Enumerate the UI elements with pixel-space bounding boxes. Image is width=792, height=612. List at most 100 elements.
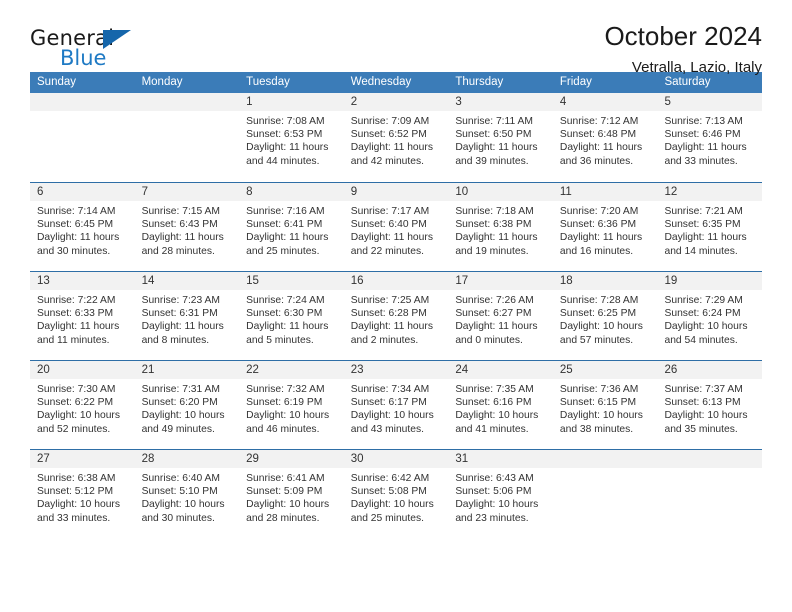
daylight-text: Daylight: 10 hours and 30 minutes. bbox=[141, 499, 225, 524]
sunset-text: Sunset: 6:52 PM bbox=[350, 129, 427, 141]
day-number-band bbox=[343, 93, 449, 111]
sunset-text: Sunset: 6:43 PM bbox=[141, 219, 218, 231]
day-cell[interactable]: 16 Sunrise: 7:25 AM Sunset: 6:28 PM Dayligh… bbox=[343, 272, 449, 360]
day-cell[interactable]: 18 Sunrise: 7:28 AM Sunset: 6:25 PM Dayligh… bbox=[552, 272, 658, 360]
day-sun-info: Sunrise: 7:31 AM Sunset: 6:20 PM Daylight:… bbox=[135, 379, 240, 436]
daylight-text: Daylight: 10 hours and 28 minutes. bbox=[246, 499, 330, 524]
sunset-text: Sunset: 6:30 PM bbox=[246, 308, 323, 320]
day-cell[interactable]: 4 Sunrise: 7:12 AM Sunset: 6:48 PM Daylight… bbox=[552, 93, 658, 182]
day-cell[interactable]: 6 Sunrise: 7:14 AM Sunset: 6:45 PM Daylight… bbox=[30, 183, 135, 271]
day-cell[interactable]: 30 Sunrise: 6:42 AM Sunset: 5:08 PM Dayligh… bbox=[343, 450, 449, 538]
daylight-text: Daylight: 11 hours and 25 minutes. bbox=[246, 232, 329, 257]
daylight-text: Daylight: 11 hours and 33 minutes. bbox=[664, 142, 747, 167]
sunset-text: Sunset: 6:41 PM bbox=[246, 219, 323, 231]
daylight-text: Daylight: 10 hours and 43 minutes. bbox=[350, 410, 434, 435]
day-number: 19 bbox=[664, 275, 678, 287]
daylight-text: Daylight: 11 hours and 0 minutes. bbox=[455, 321, 538, 346]
day-cell[interactable]: 1 Sunrise: 7:08 AM Sunset: 6:53 PM Daylight… bbox=[239, 93, 344, 182]
sunrise-text: Sunrise: 7:22 AM bbox=[37, 295, 116, 306]
day-cell[interactable]: 24 Sunrise: 7:35 AM Sunset: 6:16 PM Dayligh… bbox=[448, 361, 553, 449]
day-number-band bbox=[657, 93, 763, 111]
week-row: 6 Sunrise: 7:14 AM Sunset: 6:45 PM Daylight… bbox=[30, 182, 763, 271]
day-number: 16 bbox=[350, 275, 364, 287]
day-number-band bbox=[343, 183, 449, 201]
day-number: 20 bbox=[37, 364, 50, 376]
day-cell-empty bbox=[30, 93, 135, 182]
sunrise-text: Sunrise: 7:09 AM bbox=[350, 116, 430, 127]
daylight-text: Daylight: 10 hours and 41 minutes. bbox=[455, 410, 539, 435]
sunset-text: Sunset: 6:33 PM bbox=[37, 308, 114, 320]
sunrise-text: Sunrise: 7:21 AM bbox=[664, 206, 743, 217]
day-number: 12 bbox=[664, 186, 678, 198]
logo-triangle-icon bbox=[103, 30, 131, 49]
sunset-text: Sunset: 5:12 PM bbox=[37, 486, 114, 498]
day-cell[interactable]: 19 Sunrise: 7:29 AM Sunset: 6:24 PM Dayligh… bbox=[657, 272, 763, 360]
day-cell[interactable]: 22 Sunrise: 7:32 AM Sunset: 6:19 PM Dayligh… bbox=[239, 361, 344, 449]
day-number: 18 bbox=[559, 275, 573, 287]
day-sun-info: Sunrise: 7:09 AM Sunset: 6:52 PM Daylight:… bbox=[344, 111, 449, 168]
day-number: 22 bbox=[246, 364, 259, 376]
day-cell[interactable]: 26 Sunrise: 7:37 AM Sunset: 6:13 PM Dayligh… bbox=[657, 361, 763, 449]
sunrise-text: Sunrise: 7:37 AM bbox=[664, 384, 743, 395]
day-sun-info: Sunrise: 7:08 AM Sunset: 6:53 PM Daylight:… bbox=[239, 111, 344, 168]
sunrise-text: Sunrise: 7:32 AM bbox=[246, 384, 325, 395]
sunrise-text: Sunrise: 7:24 AM bbox=[246, 295, 325, 306]
sunset-text: Sunset: 6:22 PM bbox=[37, 397, 114, 409]
day-sun-info: Sunrise: 7:18 AM Sunset: 6:38 PM Daylight:… bbox=[448, 201, 553, 258]
daylight-text: Daylight: 11 hours and 11 minutes. bbox=[37, 321, 120, 346]
day-cell[interactable]: 13 Sunrise: 7:22 AM Sunset: 6:33 PM Dayligh… bbox=[30, 272, 135, 360]
day-cell[interactable]: 14 Sunrise: 7:23 AM Sunset: 6:31 PM Dayligh… bbox=[134, 272, 240, 360]
title-block: October 2024 Vetralla, Lazio, Italy bbox=[604, 21, 762, 76]
day-cell[interactable]: 8 Sunrise: 7:16 AM Sunset: 6:41 PM Daylight… bbox=[239, 183, 344, 271]
day-sun-info: Sunrise: 7:21 AM Sunset: 6:35 PM Daylight:… bbox=[657, 201, 762, 258]
day-cell[interactable]: 23 Sunrise: 7:34 AM Sunset: 6:17 PM Dayligh… bbox=[343, 361, 449, 449]
weekday-header-thursday: Thursday bbox=[455, 76, 504, 88]
day-cell[interactable]: 12 Sunrise: 7:21 AM Sunset: 6:35 PM Dayligh… bbox=[657, 183, 763, 271]
day-sun-info: Sunrise: 7:29 AM Sunset: 6:24 PM Daylight:… bbox=[657, 290, 762, 347]
sunset-text: Sunset: 6:20 PM bbox=[141, 397, 218, 409]
sunset-text: Sunset: 6:38 PM bbox=[455, 219, 532, 231]
day-cell[interactable]: 29 Sunrise: 6:41 AM Sunset: 5:09 PM Dayligh… bbox=[239, 450, 344, 538]
day-number: 7 bbox=[141, 186, 148, 198]
day-cell[interactable]: 7 Sunrise: 7:15 AM Sunset: 6:43 PM Daylight… bbox=[134, 183, 240, 271]
day-sun-info: Sunrise: 6:40 AM Sunset: 5:10 PM Daylight:… bbox=[135, 468, 240, 525]
day-cell[interactable]: 31 Sunrise: 6:43 AM Sunset: 5:06 PM Dayligh… bbox=[448, 450, 553, 538]
day-sun-info: Sunrise: 7:12 AM Sunset: 6:48 PM Daylight:… bbox=[553, 111, 658, 168]
day-sun-info: Sunrise: 7:13 AM Sunset: 6:46 PM Daylight:… bbox=[657, 111, 762, 168]
day-cell[interactable]: 10 Sunrise: 7:18 AM Sunset: 6:38 PM Dayligh… bbox=[448, 183, 553, 271]
day-cell[interactable]: 15 Sunrise: 7:24 AM Sunset: 6:30 PM Dayligh… bbox=[239, 272, 344, 360]
day-cell[interactable]: 3 Sunrise: 7:11 AM Sunset: 6:50 PM Daylight… bbox=[448, 93, 553, 182]
general-blue-logo[interactable]: General Blue bbox=[30, 28, 160, 76]
day-cell[interactable]: 5 Sunrise: 7:13 AM Sunset: 6:46 PM Daylight… bbox=[657, 93, 763, 182]
day-sun-info: Sunrise: 7:22 AM Sunset: 6:33 PM Daylight:… bbox=[30, 290, 135, 347]
sunset-text: Sunset: 6:35 PM bbox=[664, 219, 741, 231]
sunrise-text: Sunrise: 6:41 AM bbox=[246, 473, 325, 484]
day-sun-info: Sunrise: 6:43 AM Sunset: 5:06 PM Daylight:… bbox=[448, 468, 553, 525]
day-cell[interactable]: 20 Sunrise: 7:30 AM Sunset: 6:22 PM Dayligh… bbox=[30, 361, 135, 449]
day-cell[interactable]: 28 Sunrise: 6:40 AM Sunset: 5:10 PM Dayligh… bbox=[134, 450, 240, 538]
week-row: 27 Sunrise: 6:38 AM Sunset: 5:12 PM Dayligh… bbox=[30, 449, 763, 538]
day-sun-info: Sunrise: 7:26 AM Sunset: 6:27 PM Daylight:… bbox=[448, 290, 553, 347]
daylight-text: Daylight: 10 hours and 25 minutes. bbox=[350, 499, 434, 524]
sunset-text: Sunset: 6:45 PM bbox=[37, 219, 114, 231]
day-cell[interactable]: 21 Sunrise: 7:31 AM Sunset: 6:20 PM Dayligh… bbox=[134, 361, 240, 449]
day-number: 1 bbox=[246, 96, 253, 108]
daylight-text: Daylight: 11 hours and 44 minutes. bbox=[246, 142, 329, 167]
day-sun-info: Sunrise: 7:37 AM Sunset: 6:13 PM Daylight:… bbox=[657, 379, 762, 436]
day-number: 25 bbox=[559, 364, 573, 376]
day-sun-info: Sunrise: 7:24 AM Sunset: 6:30 PM Daylight:… bbox=[239, 290, 344, 347]
day-cell[interactable]: 25 Sunrise: 7:36 AM Sunset: 6:15 PM Dayligh… bbox=[552, 361, 658, 449]
daylight-text: Daylight: 10 hours and 49 minutes. bbox=[141, 410, 225, 435]
sunset-text: Sunset: 6:40 PM bbox=[350, 219, 427, 231]
sunset-text: Sunset: 6:28 PM bbox=[350, 308, 427, 320]
day-sun-info: Sunrise: 7:34 AM Sunset: 6:17 PM Daylight:… bbox=[344, 379, 449, 436]
sunrise-text: Sunrise: 6:40 AM bbox=[141, 473, 220, 484]
day-cell[interactable]: 9 Sunrise: 7:17 AM Sunset: 6:40 PM Daylight… bbox=[343, 183, 449, 271]
day-cell[interactable]: 27 Sunrise: 6:38 AM Sunset: 5:12 PM Dayligh… bbox=[30, 450, 135, 538]
sunset-text: Sunset: 5:10 PM bbox=[141, 486, 218, 498]
day-cell[interactable]: 17 Sunrise: 7:26 AM Sunset: 6:27 PM Dayligh… bbox=[448, 272, 553, 360]
sunrise-text: Sunrise: 7:28 AM bbox=[559, 295, 639, 306]
daylight-text: Daylight: 11 hours and 22 minutes. bbox=[350, 232, 433, 257]
day-cell[interactable]: 2 Sunrise: 7:09 AM Sunset: 6:52 PM Daylight… bbox=[343, 93, 449, 182]
day-cell[interactable]: 11 Sunrise: 7:20 AM Sunset: 6:36 PM Dayligh… bbox=[552, 183, 658, 271]
